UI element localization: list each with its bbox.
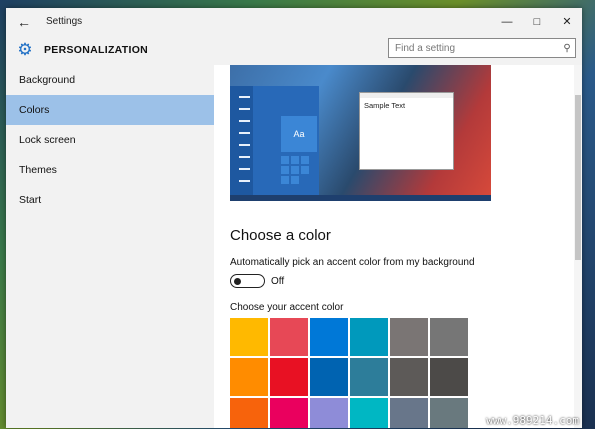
auto-pick-toggle[interactable] bbox=[230, 274, 265, 288]
accent-swatch[interactable] bbox=[390, 398, 428, 428]
accent-swatch[interactable] bbox=[390, 318, 428, 356]
accent-swatch[interactable] bbox=[270, 398, 308, 428]
accent-swatch[interactable] bbox=[350, 398, 388, 428]
sidebar-item-colors[interactable]: Colors bbox=[6, 95, 214, 125]
preview-taskbar bbox=[230, 195, 491, 201]
close-button[interactable]: ✕ bbox=[552, 8, 582, 35]
accent-swatch[interactable] bbox=[430, 358, 468, 396]
preview-line bbox=[239, 132, 250, 134]
preview-tile: Aa bbox=[281, 116, 317, 152]
gear-icon: ⚙ bbox=[17, 40, 33, 59]
toggle-knob bbox=[234, 277, 241, 285]
accent-swatch[interactable] bbox=[310, 318, 348, 356]
preview-mini-tile bbox=[291, 156, 299, 164]
preview-sample-text: Sample Text bbox=[364, 101, 406, 110]
maximize-button[interactable]: □ bbox=[522, 8, 552, 35]
watermark: www.989214.com bbox=[486, 414, 579, 427]
page-title: PERSONALIZATION bbox=[44, 44, 149, 56]
search-input[interactable]: Find a setting ⚲ bbox=[388, 38, 576, 58]
sidebar-item-themes[interactable]: Themes bbox=[6, 155, 214, 185]
accent-swatch[interactable] bbox=[430, 398, 468, 428]
accent-swatch[interactable] bbox=[310, 358, 348, 396]
title-bar: ← Settings — □ ✕ bbox=[6, 8, 582, 35]
accent-swatch[interactable] bbox=[230, 318, 268, 356]
preview-mini-tile bbox=[281, 166, 289, 174]
preview-mini-tile bbox=[291, 176, 299, 184]
preview-window: Sample Text bbox=[359, 92, 454, 170]
preview-start-menu: Aa bbox=[230, 86, 319, 195]
page-header: ⚙ PERSONALIZATION bbox=[6, 35, 214, 65]
search-icon[interactable]: ⚲ bbox=[559, 43, 575, 54]
scrollbar-thumb[interactable] bbox=[575, 95, 581, 260]
preview-line bbox=[239, 144, 250, 146]
accent-swatch[interactable] bbox=[310, 398, 348, 428]
accent-swatch[interactable] bbox=[230, 398, 268, 428]
preview-mini-tile bbox=[291, 166, 299, 174]
preview-line bbox=[239, 156, 250, 158]
toggle-state-label: Off bbox=[271, 276, 285, 287]
color-preview: Aa Sample Text bbox=[230, 65, 491, 201]
accent-swatch[interactable] bbox=[270, 358, 308, 396]
preview-line bbox=[239, 108, 250, 110]
window-title: Settings bbox=[46, 16, 83, 27]
preview-start-bar bbox=[230, 86, 253, 195]
search-placeholder: Find a setting bbox=[395, 42, 456, 54]
preview-line bbox=[239, 168, 250, 170]
accent-swatch[interactable] bbox=[390, 358, 428, 396]
accent-swatch[interactable] bbox=[350, 358, 388, 396]
accent-swatch[interactable] bbox=[350, 318, 388, 356]
accent-swatch[interactable] bbox=[270, 318, 308, 356]
preview-line bbox=[239, 120, 250, 122]
preview-line bbox=[239, 96, 250, 98]
preview-mini-tile bbox=[281, 156, 289, 164]
sidebar-item-lock-screen[interactable]: Lock screen bbox=[6, 125, 214, 155]
sidebar-item-background[interactable]: Background bbox=[6, 65, 214, 95]
preview-line bbox=[239, 180, 250, 182]
accent-swatch[interactable] bbox=[230, 358, 268, 396]
sidebar-item-start[interactable]: Start bbox=[6, 185, 214, 215]
accent-swatch[interactable] bbox=[430, 318, 468, 356]
settings-window: ← Settings — □ ✕ ⚙ PERSONALIZATION Find … bbox=[6, 8, 582, 428]
auto-pick-label: Automatically pick an accent color from … bbox=[230, 257, 475, 268]
back-arrow-icon[interactable]: ← bbox=[6, 8, 42, 35]
section-title: Choose a color bbox=[230, 227, 331, 244]
scrollbar[interactable] bbox=[574, 65, 582, 428]
preview-mini-tile bbox=[301, 156, 309, 164]
preview-mini-tile bbox=[301, 166, 309, 174]
sidebar: Background Colors Lock screen Themes Sta… bbox=[6, 65, 214, 428]
main-content: Aa Sample Text Choose a color Automatica… bbox=[214, 65, 582, 428]
minimize-button[interactable]: — bbox=[492, 8, 522, 35]
accent-color-label: Choose your accent color bbox=[230, 302, 344, 313]
preview-mini-tile bbox=[281, 176, 289, 184]
